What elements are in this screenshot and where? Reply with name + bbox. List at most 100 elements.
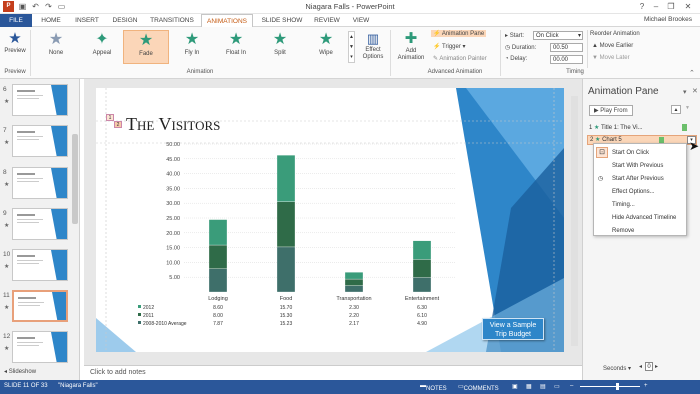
zoom-slider-thumb[interactable] [616,383,619,390]
y-tick-label: 35.00 [166,186,180,192]
seconds-label[interactable]: Seconds ▾ [603,365,631,372]
bar-segment [208,244,228,269]
gallery-scroll[interactable]: ▲ ▼ ▾ [348,31,355,63]
menu-effect-options[interactable]: Effect Options... [612,189,655,195]
tab-file[interactable]: FILE [0,14,32,27]
tab-view[interactable]: VIEW [347,14,375,27]
start-dropdown[interactable]: On Click ▾ [533,31,583,40]
move-down-icon[interactable]: ▼ [685,105,690,111]
y-tick-label: 50.00 [166,142,180,148]
animation-pane-icon: ⚡ [433,31,441,37]
menu-hide-advanced-timeline[interactable]: Hide Advanced Timeline [612,215,676,221]
normal-view-icon[interactable]: ▣ [512,383,518,390]
comments-button[interactable]: ▭ COMMENTS [458,383,499,392]
play-from-button[interactable]: ▶ Play From [589,105,633,116]
slideshow-view-icon[interactable]: ▭ [554,383,560,390]
bar-chart[interactable]: 5.00 10.00 15.00 20.00 25.00 30.00 35.00 40.00 4… [136,138,496,338]
thumbnail-number: 9 [3,210,7,217]
help-icon[interactable]: ? [636,1,648,12]
animation-none[interactable]: ★ None [33,30,79,64]
bar-segment [276,201,296,248]
zoom-out-icon[interactable]: – [570,383,573,389]
add-animation-icon: ✚ [404,30,418,47]
chevron-down-icon: ▾ [577,33,581,39]
slide[interactable]: 1 2 The Visitors 5.00 10.00 15.00 20.00 25.0… [96,88,564,352]
minimize-icon[interactable]: – [650,1,662,12]
slide-thumbnail[interactable] [12,249,68,281]
close-icon[interactable]: ✕ [692,87,698,95]
slide-thumbnail[interactable] [12,208,68,240]
table-cell: 4.90 [417,321,427,327]
menu-remove[interactable]: Remove [612,228,634,234]
pane-title: Animation Pane [588,86,659,97]
slide-thumbnail[interactable] [12,167,68,199]
bar-segment [208,268,228,293]
reading-view-icon[interactable]: ▤ [540,383,546,390]
tab-animations[interactable]: ANIMATIONS [201,14,253,28]
move-later-button[interactable]: ▼ Move Later [592,55,630,61]
slide-title[interactable]: The Visitors [126,114,220,135]
tab-home[interactable]: HOME [36,14,66,27]
menu-start-on-click[interactable]: Start On Click [612,150,649,156]
pane-options-icon[interactable]: ▾ [683,88,687,96]
tab-insert[interactable]: INSERT [70,14,104,27]
view-sample-budget-button[interactable]: View a Sample Trip Budget [482,318,544,340]
ribbon-separator [500,30,501,76]
ribbon-separator [587,30,588,68]
add-animation-button[interactable]: ✚ Add Animation [394,30,428,62]
animation-marker-1[interactable]: 1 [106,114,114,121]
seconds-input[interactable]: 0 [645,362,653,371]
tab-review[interactable]: REVIEW [310,14,344,27]
user-name[interactable]: Michael Brookes [644,16,692,23]
animation-marker-2[interactable]: 2 [114,121,122,128]
tab-design[interactable]: DESIGN [108,14,142,27]
slide-sorter-icon[interactable]: ▦ [526,383,532,390]
close-icon[interactable]: ✕ [682,1,694,12]
preview-button[interactable]: ★ Preview [4,30,26,54]
thumbnail-scrollbar[interactable] [72,134,78,224]
restore-icon[interactable]: ❐ [665,1,677,12]
menu-timing[interactable]: Timing... [612,202,635,208]
canvas-scrollbar[interactable] [571,96,578,346]
delay-input[interactable]: 00.00 [550,55,583,64]
y-tick-label: 30.00 [166,201,180,207]
animation-appeal[interactable]: ✦ Appeal [79,30,125,64]
animation-fly-in[interactable]: ★ Fly In [169,30,215,64]
duration-input[interactable]: 00.50 [550,43,583,52]
section-slideshow[interactable]: ◂ Slideshow [4,368,36,375]
zoom-in-icon[interactable]: + [644,383,648,389]
animation-wipe[interactable]: ★ Wipe [303,30,349,64]
slide-thumbnail[interactable] [12,290,68,322]
animation-pane-button[interactable]: ⚡ Animation Pane [431,30,487,37]
menu-start-with-previous[interactable]: Start With Previous [612,163,663,169]
effect-options-button[interactable]: ▥ Effect Options [359,30,387,61]
pane-item-title[interactable]: 1 ★ Title 1: The Vi... [589,124,693,131]
trigger-button[interactable]: ⚡ Trigger ▾ [433,43,466,50]
animation-painter-button[interactable]: ✎ Animation Painter [433,55,487,62]
slide-thumbnail[interactable] [12,125,68,157]
animation-split[interactable]: ★ Split [257,30,303,64]
star-icon: ★ [228,31,244,48]
animation-float-in[interactable]: ★ Float In [213,30,259,64]
slide-thumbnail[interactable] [12,331,68,363]
zoom-slider[interactable] [580,386,640,387]
notes-button[interactable]: ▬ NOTES [420,383,447,392]
zoom-left-icon[interactable]: ◂ [639,363,642,370]
collapse-ribbon-icon[interactable]: ⌃ [689,69,695,77]
bar-segment [276,246,296,293]
zoom-right-icon[interactable]: ▸ [655,363,658,370]
table-cell: 2.20 [349,313,359,319]
ribbon-separator [30,30,31,76]
move-up-icon[interactable]: ▲ [671,105,681,114]
table-cell: 7.87 [213,321,223,327]
notes-area[interactable]: Click to add notes [84,365,582,380]
menu-start-after-previous[interactable]: Start After Previous [612,176,664,182]
group-label-preview: Preview [4,69,26,75]
move-earlier-button[interactable]: ▲ Move Earlier [592,43,633,49]
bar-segment [412,259,432,278]
tab-slide-show[interactable]: SLIDE SHOW [257,14,307,27]
animation-fade[interactable]: ★ Fade [123,30,169,64]
tab-transitions[interactable]: TRANSITIONS [146,14,198,27]
theme-name: "Niagara Falls" [58,383,98,389]
slide-thumbnail[interactable] [12,84,68,116]
